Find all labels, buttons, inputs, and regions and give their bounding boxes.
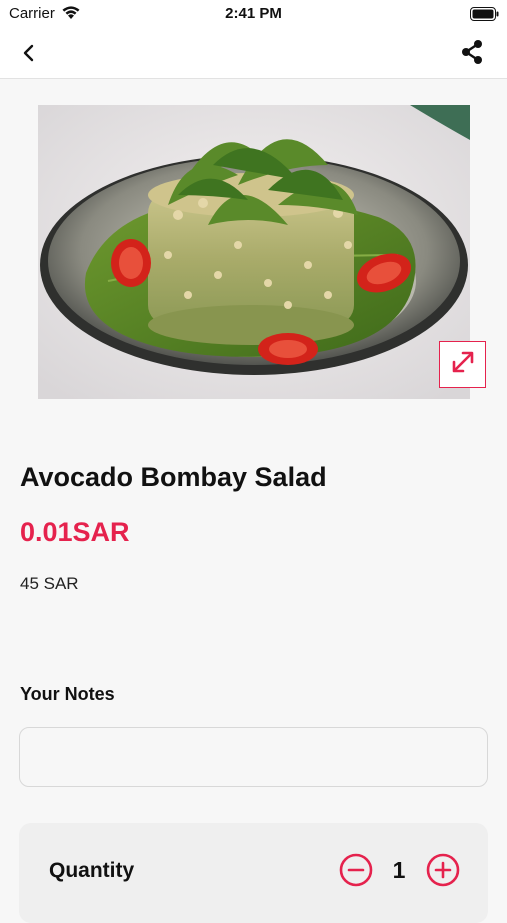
quantity-card: Quantity 1 — [19, 823, 488, 923]
share-icon — [459, 39, 485, 70]
chevron-left-icon — [22, 44, 36, 67]
product-title: Avocado Bombay Salad — [20, 462, 327, 492]
sale-price: 0.01SAR — [20, 517, 130, 547]
notes-input[interactable] — [19, 727, 488, 787]
quantity-label: Quantity — [49, 859, 135, 882]
expand-arrows-icon — [450, 349, 476, 380]
status-bar: Carrier 2:41 PM — [0, 0, 507, 30]
quantity-decrease-button[interactable] — [339, 853, 373, 887]
back-button[interactable] — [14, 40, 44, 70]
share-button[interactable] — [456, 38, 488, 70]
salad-plate-illustration — [38, 105, 470, 399]
product-image — [38, 105, 470, 399]
status-time: 2:41 PM — [225, 5, 282, 22]
quantity-increase-button[interactable] — [426, 853, 460, 887]
minus-circle-icon — [339, 853, 373, 891]
original-price: 45 SAR — [20, 574, 79, 593]
battery-icon — [470, 7, 499, 26]
navigation-bar — [0, 30, 507, 79]
notes-label: Your Notes — [20, 684, 115, 704]
quantity-value: 1 — [392, 857, 406, 883]
expand-image-button[interactable] — [439, 341, 486, 388]
plus-circle-icon — [426, 853, 460, 891]
